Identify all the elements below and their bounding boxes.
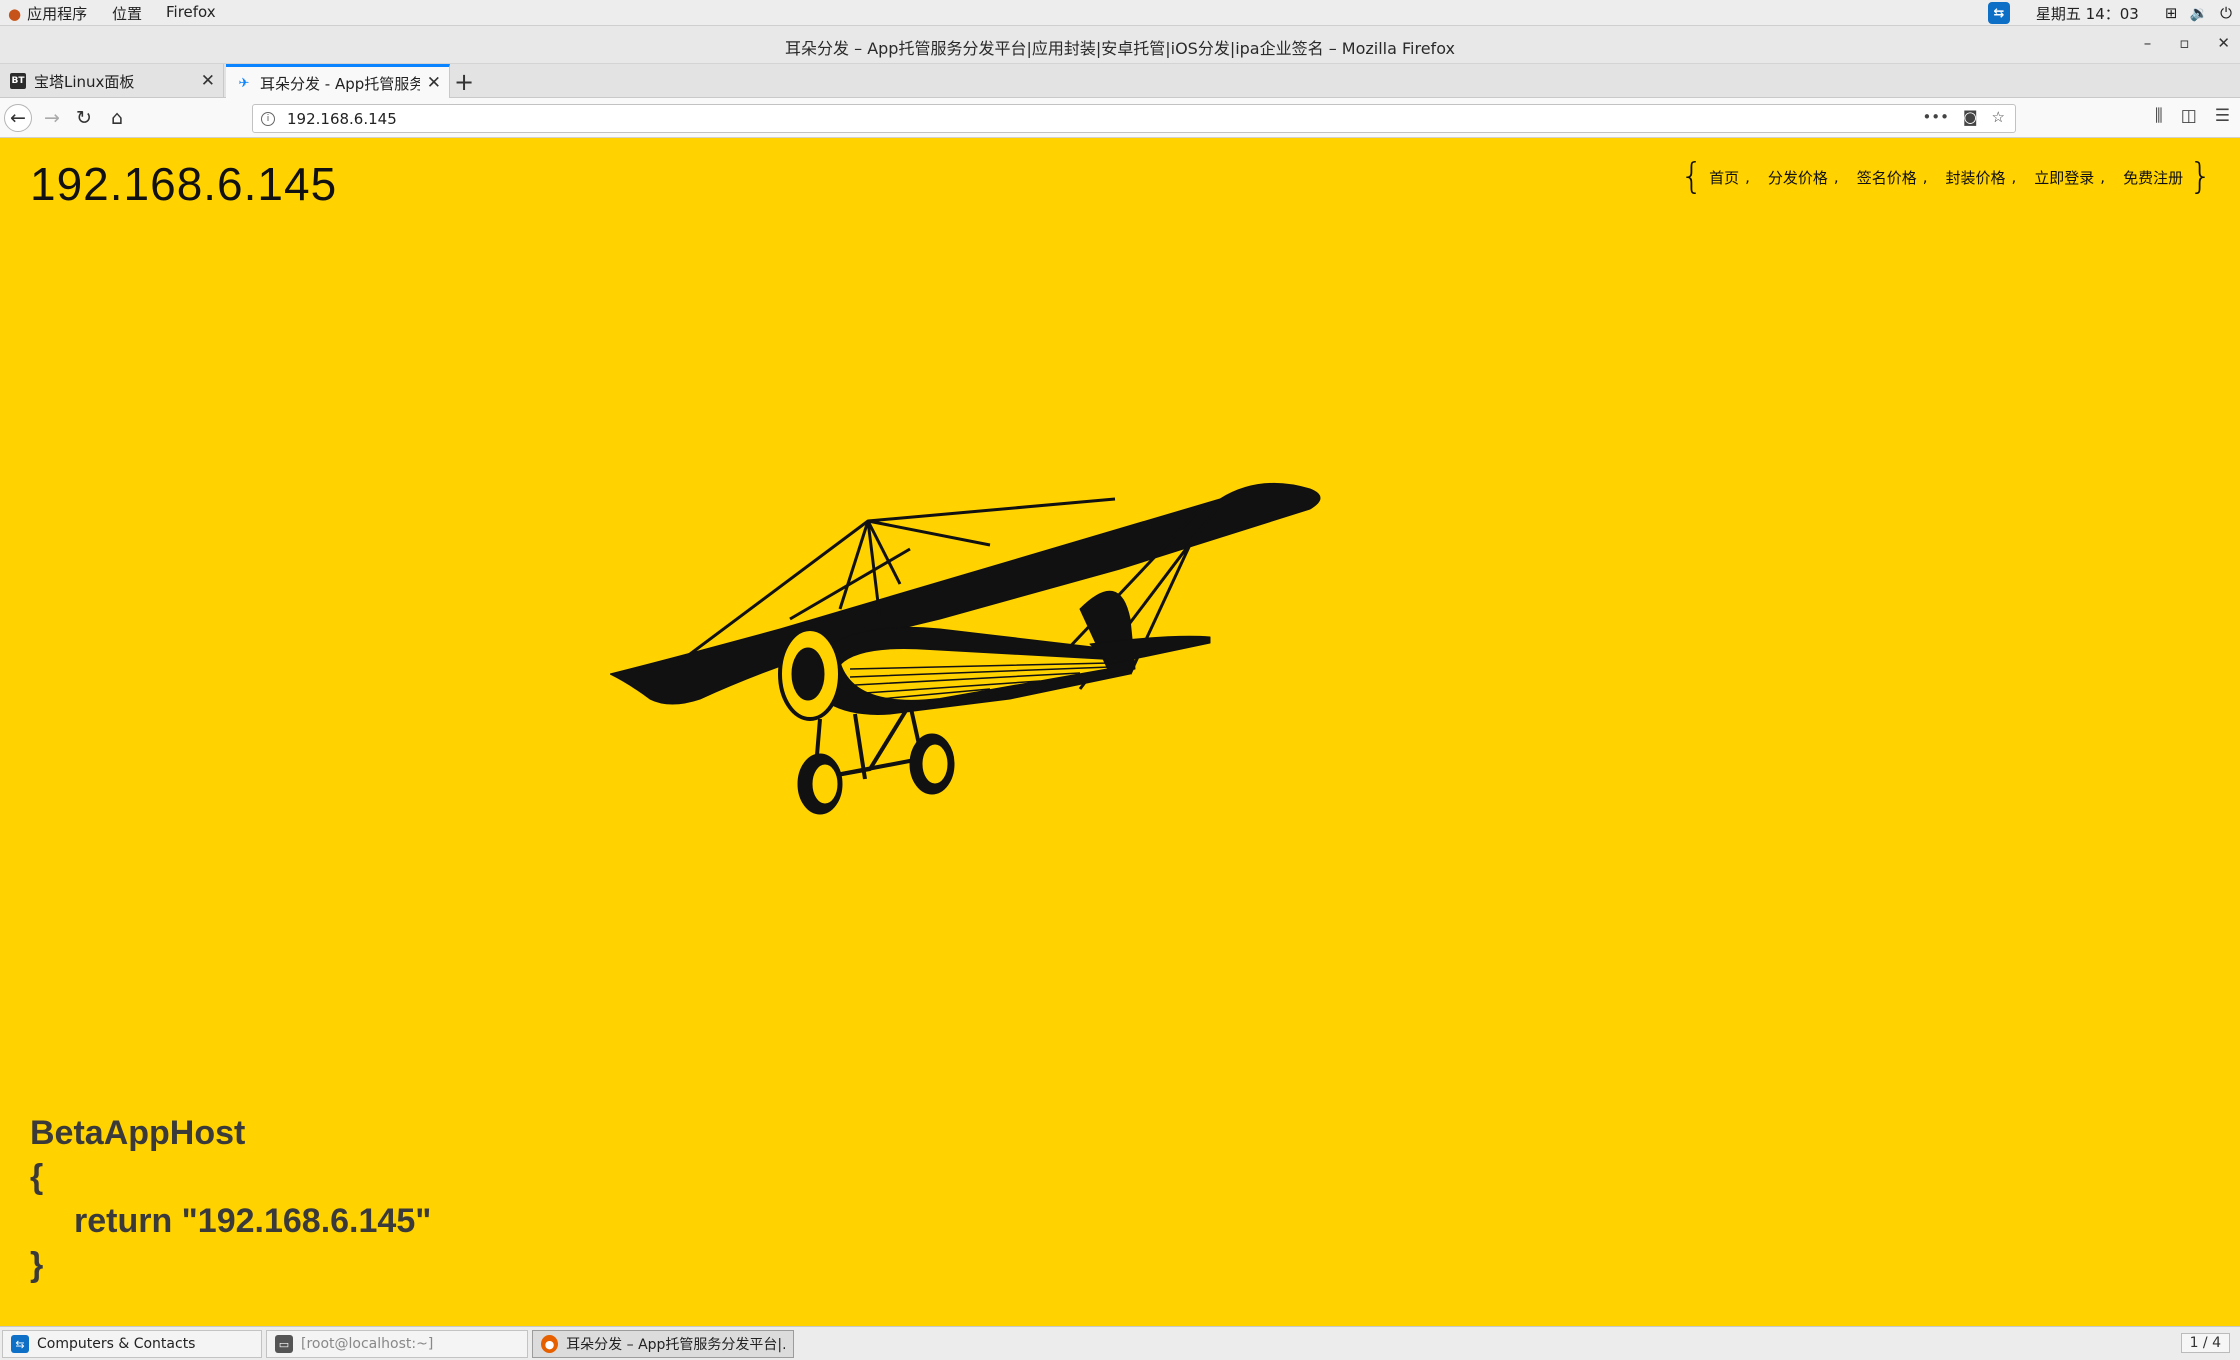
nav-link-home[interactable]: 首页 [1709, 167, 1739, 188]
site-title: 192.168.6.145 [30, 158, 338, 210]
teamviewer-icon[interactable]: ⇆ [1987, 2, 2010, 24]
new-tab-button[interactable]: + [454, 68, 474, 96]
window-title-bar: 耳朵分发 – App托管服务分发平台|应用封装|安卓托管|iOS分发|ipa企业… [0, 26, 2240, 64]
plane-favicon-icon: ✈ [238, 75, 250, 91]
reload-button[interactable]: ↻ [70, 104, 98, 132]
bookmark-star-icon[interactable]: ☆ [1992, 108, 2005, 126]
taskbar-item-label: 耳朵分发 – App托管服务分发平台|... [566, 1337, 785, 1353]
network-icon[interactable]: ⊞ [2165, 4, 2178, 22]
code-open-brace: { [30, 1158, 44, 1196]
active-app-menu[interactable]: Firefox [166, 3, 216, 21]
applications-menu[interactable]: ● 应用程序 [8, 3, 87, 24]
terminal-icon: ▭ [275, 1335, 293, 1353]
sidebar-icon[interactable]: ◫ [2181, 106, 2197, 126]
teamviewer-icon: ⇆ [11, 1335, 29, 1353]
taskbar-item-teamviewer[interactable]: ⇆ Computers & Contacts [2, 1330, 262, 1358]
tab-strip: BT 宝塔Linux面板 ✕ ✈ 耳朵分发 - App托管服务 ✕ + [0, 64, 2240, 99]
nav-link-signing-price[interactable]: 签名价格 [1857, 167, 1917, 188]
code-block: BetaAppHost { return "192.168.6.145" } [30, 1111, 431, 1287]
code-return-statement: return "192.168.6.145" [74, 1202, 432, 1240]
taskbar-item-label: Computers & Contacts [37, 1336, 196, 1352]
forward-button[interactable]: → [38, 104, 66, 132]
airplane-illustration [610, 482, 1321, 815]
firefox-icon: ● [541, 1335, 559, 1353]
code-close-brace: } [30, 1246, 44, 1284]
active-app-label: Firefox [166, 3, 216, 21]
volume-icon[interactable]: 🔉 [2189, 4, 2208, 22]
tab-label: 耳朵分发 - App托管服务 [260, 74, 420, 93]
site-info-icon[interactable]: i [261, 111, 275, 126]
nav-link-register[interactable]: 免费注册 [2123, 167, 2183, 188]
taskbar-item-label: [root@localhost:~] [301, 1336, 434, 1352]
url-bar[interactable]: i 192.168.6.145 ••• ◙ ☆ [252, 104, 2016, 133]
tab-baota-panel[interactable]: BT 宝塔Linux面板 ✕ [0, 64, 224, 98]
baota-favicon-icon: BT [10, 73, 26, 89]
maximize-button[interactable]: ▫ [2179, 34, 2189, 52]
page-actions-icon[interactable]: ••• [1922, 108, 1949, 126]
taskbar-item-firefox[interactable]: ● 耳朵分发 – App托管服务分发平台|... [532, 1330, 794, 1358]
system-tray: ⇆ 星期五 14：03 ⊞ 🔉 ⏻ [1987, 2, 2232, 24]
close-window-button[interactable]: ✕ [2217, 34, 2230, 52]
nav-link-login[interactable]: 立即登录 [2034, 167, 2094, 188]
hamburger-menu-icon[interactable]: ☰ [2215, 106, 2230, 126]
places-menu[interactable]: 位置 [112, 3, 142, 24]
back-button[interactable]: ← [4, 104, 32, 132]
site-navigation: { 首页, 分发价格, 签名价格, 封装价格, 立即登录, 免费注册 } [1680, 156, 2212, 197]
power-icon[interactable]: ⏻ [2220, 4, 2232, 22]
tab-erduo-fenfa[interactable]: ✈ 耳朵分发 - App托管服务 ✕ [226, 64, 450, 99]
tab-label: 宝塔Linux面板 [34, 72, 135, 91]
nav-open-brace: { [1680, 156, 1704, 197]
applications-menu-label: 应用程序 [27, 5, 88, 23]
page-content: 192.168.6.145 { 首页, 分发价格, 签名价格, 封装价格, 立即… [0, 139, 2240, 1325]
home-button[interactable]: ⌂ [103, 104, 131, 132]
nav-link-distribution-price[interactable]: 分发价格 [1768, 167, 1828, 188]
workspace-pager[interactable]: 1 / 4 [2180, 1333, 2230, 1353]
pocket-icon[interactable]: ◙ [1963, 108, 1978, 126]
navigation-toolbar: ← → ↻ ⌂ i 192.168.6.145 ••• ◙ ☆ ⫼ ◫ ☰ [0, 98, 2240, 138]
nav-link-packaging-price[interactable]: 封装价格 [1945, 167, 2005, 188]
applications-icon: ● [8, 4, 22, 23]
places-menu-label: 位置 [112, 5, 143, 23]
url-text[interactable]: 192.168.6.145 [287, 110, 397, 128]
nav-close-brace: } [2189, 156, 2212, 197]
close-tab-icon[interactable]: ✕ [201, 71, 215, 91]
minimize-button[interactable]: – [2144, 34, 2152, 52]
system-top-bar: ● 应用程序 位置 Firefox ⇆ 星期五 14：03 ⊞ 🔉 ⏻ [0, 0, 2240, 26]
taskbar-item-terminal[interactable]: ▭ [root@localhost:~] [266, 1330, 528, 1358]
taskbar: ⇆ Computers & Contacts ▭ [root@localhost… [0, 1326, 2240, 1360]
clock[interactable]: 星期五 14：03 [2036, 3, 2139, 24]
library-icon[interactable]: ⫼ [2155, 106, 2163, 126]
code-class-name: BetaAppHost [30, 1114, 246, 1152]
window-title: 耳朵分发 – App托管服务分发平台|应用封装|安卓托管|iOS分发|ipa企业… [785, 39, 1455, 58]
close-tab-icon[interactable]: ✕ [427, 73, 441, 93]
